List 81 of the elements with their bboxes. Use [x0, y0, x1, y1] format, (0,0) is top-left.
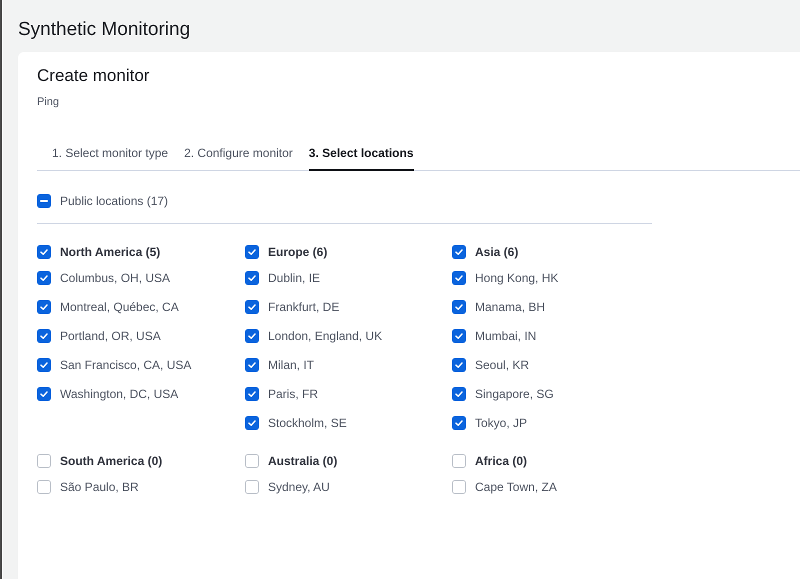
checkbox[interactable]	[37, 358, 51, 372]
location-label: Hong Kong, HK	[475, 270, 558, 286]
location-label: Paris, FR	[268, 386, 318, 402]
location-label: San Francisco, CA, USA	[60, 356, 192, 374]
checkbox[interactable]	[37, 328, 51, 342]
card-title: Create monitor	[37, 65, 150, 87]
check-icon	[247, 302, 257, 312]
check-icon	[454, 272, 464, 282]
checkbox[interactable]	[245, 386, 259, 400]
checkbox[interactable]	[452, 358, 466, 372]
checkbox[interactable]	[245, 328, 259, 342]
check-icon	[39, 272, 49, 282]
region-label: North America (5)	[60, 244, 160, 261]
checkbox-label: Public locations (17)	[60, 193, 168, 210]
check-icon	[454, 330, 464, 340]
location-label: Columbus, OH, USA	[60, 270, 170, 286]
step-tab[interactable]: 1. Select monitor type	[52, 137, 168, 171]
checkbox[interactable]	[245, 416, 259, 430]
step-tab[interactable]: 2. Configure monitor	[184, 137, 293, 171]
location-label: Sydney, AU	[268, 478, 330, 496]
location-label: Portland, OR, USA	[60, 328, 161, 344]
checkbox[interactable]	[452, 386, 466, 400]
check-icon	[247, 272, 257, 282]
checkbox[interactable]	[245, 245, 259, 259]
location-label: Cape Town, ZA	[475, 478, 557, 496]
region-label: Africa (0)	[475, 453, 528, 470]
check-icon	[247, 360, 257, 370]
region-label: South America (0)	[60, 453, 162, 470]
checkbox[interactable]	[245, 300, 259, 314]
region-label: Europe (6)	[268, 244, 328, 261]
check-icon	[247, 247, 257, 257]
check-icon	[454, 302, 464, 312]
region-label: Australia (0)	[268, 453, 338, 470]
check-icon	[454, 388, 464, 398]
check-icon	[39, 330, 49, 340]
checkbox[interactable]	[452, 245, 466, 259]
checkbox[interactable]	[452, 328, 466, 342]
checkbox[interactable]	[245, 270, 259, 284]
check-icon	[454, 418, 464, 428]
location-label: Frankfurt, DE	[268, 298, 340, 316]
checkbox[interactable]	[37, 194, 51, 208]
checkbox[interactable]	[245, 358, 259, 372]
location-label: Seoul, KR	[475, 356, 530, 374]
check-icon	[39, 247, 49, 257]
location-label: São Paulo, BR	[60, 478, 139, 496]
location-label: Washington, DC, USA	[60, 386, 178, 402]
check-icon	[39, 388, 49, 398]
location-label: Dublin, IE	[268, 270, 320, 286]
checkbox[interactable]	[37, 245, 51, 259]
checkbox[interactable]	[245, 480, 259, 494]
region-label: Asia (6)	[475, 244, 518, 261]
check-icon	[39, 302, 49, 312]
checkbox[interactable]	[37, 480, 51, 494]
check-icon	[39, 360, 49, 370]
location-label: Montreal, Québec, CA	[60, 298, 179, 316]
check-icon	[454, 247, 464, 257]
checkbox[interactable]	[37, 454, 51, 468]
checkbox[interactable]	[37, 386, 51, 400]
checkbox[interactable]	[37, 300, 51, 314]
check-icon	[454, 360, 464, 370]
location-label: London, England, UK	[268, 328, 382, 344]
location-label: Tokyo, JP	[475, 414, 528, 432]
checkbox[interactable]	[452, 270, 466, 284]
page-title: Synthetic Monitoring	[18, 18, 192, 42]
check-icon	[247, 388, 257, 398]
card-subtitle: Ping	[37, 95, 60, 110]
checkbox[interactable]	[452, 480, 466, 494]
check-icon	[247, 330, 257, 340]
minus-icon	[40, 200, 48, 202]
location-label: Singapore, SG	[475, 386, 554, 402]
checkbox[interactable]	[452, 454, 466, 468]
location-label: Milan, IT	[268, 356, 314, 374]
checkbox[interactable]	[452, 300, 466, 314]
checkbox[interactable]	[452, 416, 466, 430]
checkbox[interactable]	[245, 454, 259, 468]
checkbox[interactable]	[37, 270, 51, 284]
location-label: Mumbai, IN	[475, 328, 536, 344]
location-label: Manama, BH	[475, 298, 546, 316]
step-tab[interactable]: 3. Select locations	[308, 137, 414, 171]
check-icon	[247, 418, 257, 428]
location-label: Stockholm, SE	[268, 414, 347, 432]
